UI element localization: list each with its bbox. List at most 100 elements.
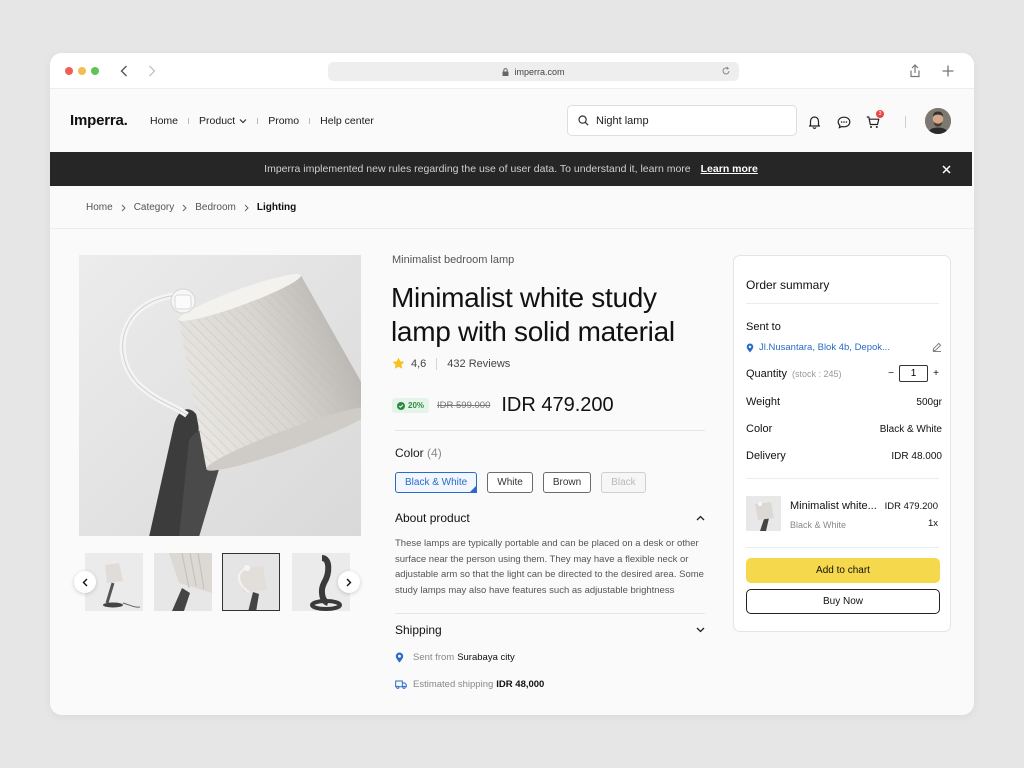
current-price: IDR 479.200 <box>501 394 614 416</box>
product-category: Minimalist bedroom lamp <box>392 254 515 266</box>
chevron-right-icon <box>182 204 187 212</box>
quantity-input[interactable] <box>899 365 928 382</box>
breadcrumb-home[interactable]: Home <box>86 202 113 213</box>
estimated-shipping-label: Estimated shipping <box>413 679 494 690</box>
original-price: IDR 599.000 <box>437 400 491 411</box>
search-icon <box>578 115 589 126</box>
rating-score: 4,6 <box>411 357 427 370</box>
search-input[interactable] <box>596 114 786 127</box>
color-option-black-white[interactable]: Black & White <box>395 472 478 493</box>
learn-more-link[interactable]: Learn more <box>701 163 758 175</box>
new-tab-icon[interactable] <box>939 62 957 80</box>
product-rating: 4,6 432 Reviews <box>392 357 510 370</box>
chat-icon[interactable] <box>835 113 853 131</box>
back-arrow-icon[interactable] <box>115 62 133 80</box>
chevron-up-icon <box>696 515 705 521</box>
truck-icon <box>395 680 407 689</box>
menu-item-promo[interactable]: Promo <box>268 115 299 127</box>
chevron-left-icon <box>82 578 88 586</box>
chevron-right-icon <box>121 204 126 212</box>
breadcrumb: Home Category Bedroom Lighting <box>86 202 296 213</box>
chevron-down-icon <box>696 627 705 633</box>
order-divider <box>746 478 939 479</box>
color-option-white[interactable]: White <box>487 472 533 493</box>
order-summary-card: Order summary Sent to Jl.Nusantara, Blok… <box>733 255 951 632</box>
section-divider <box>395 430 705 431</box>
browser-toolbar: imperra.com <box>50 53 974 89</box>
quantity-increase-button[interactable]: + <box>930 368 942 379</box>
chevron-right-icon <box>244 204 249 212</box>
browser-window: imperra.com Imperra. Home Product Promo … <box>50 53 974 715</box>
star-icon <box>392 357 405 369</box>
sent-to-label: Sent to <box>746 321 781 333</box>
menu-item-help-center[interactable]: Help center <box>320 115 374 127</box>
menu-item-label: Promo <box>268 115 300 127</box>
about-product-title: About product <box>395 511 470 525</box>
color-count: (4) <box>427 446 442 460</box>
buy-now-button[interactable]: Buy Now <box>746 589 940 614</box>
cart-count-badge: 3 <box>876 110 884 118</box>
quantity-label-text: Quantity <box>746 368 787 380</box>
address-bar[interactable]: imperra.com <box>328 62 739 81</box>
color-options: Black & White White Brown Black <box>395 472 656 493</box>
site-header: Imperra. Home Product Promo Help center … <box>50 89 974 153</box>
discount-percent: 20% <box>408 401 425 410</box>
quantity-decrease-button[interactable]: − <box>885 368 897 379</box>
banner-text: Imperra implemented new rules regarding … <box>264 163 691 175</box>
product-main-image[interactable] <box>79 255 361 536</box>
add-to-cart-button[interactable]: Add to chart <box>746 558 940 583</box>
order-summary-title: Order summary <box>746 278 830 292</box>
order-item-thumbnail <box>746 496 781 531</box>
forward-arrow-icon[interactable] <box>143 62 161 80</box>
breadcrumb-divider <box>50 228 974 229</box>
estimated-shipping-price: IDR 48,000 <box>496 679 545 690</box>
reviews-link[interactable]: 432 Reviews <box>447 358 510 370</box>
cart-icon[interactable]: 3 <box>864 110 884 131</box>
search-box[interactable] <box>567 105 797 136</box>
about-product-toggle[interactable]: About product <box>395 511 705 525</box>
color-summary-value: Black & White <box>879 424 942 435</box>
color-summary-label: Color <box>746 423 773 435</box>
weight-value: 500gr <box>916 397 942 408</box>
next-image-button[interactable] <box>338 571 360 593</box>
shipping-toggle[interactable]: Shipping <box>395 623 705 637</box>
menu-item-product[interactable]: Product <box>199 115 247 127</box>
minimize-window-dot[interactable] <box>78 67 86 75</box>
announcement-banner: Imperra implemented new rules regarding … <box>50 152 972 186</box>
main-menu: Home Product Promo Help center <box>150 115 374 127</box>
stock-count: (stock : 245) <box>792 369 842 379</box>
delivery-label: Delivery <box>746 450 786 462</box>
shipping-address[interactable]: Jl.Nusantara, Blok 4b, Depok... <box>746 342 890 353</box>
thumbnail-2[interactable] <box>154 553 212 611</box>
maximize-window-dot[interactable] <box>91 67 99 75</box>
location-pin-icon <box>746 343 754 352</box>
chevron-right-icon <box>346 578 352 586</box>
menu-separator <box>257 118 259 124</box>
breadcrumb-current: Lighting <box>256 202 297 213</box>
thumbnail-3-selected[interactable] <box>222 553 280 611</box>
reload-icon[interactable] <box>721 66 731 76</box>
color-option-brown[interactable]: Brown <box>542 472 592 493</box>
user-avatar[interactable] <box>925 108 951 134</box>
order-item-quantity: 1x <box>927 518 938 529</box>
previous-image-button[interactable] <box>74 571 96 593</box>
color-label: Color (4) <box>395 446 442 460</box>
breadcrumb-category[interactable]: Category <box>134 202 175 213</box>
menu-separator <box>188 118 190 124</box>
share-icon[interactable] <box>907 62 923 80</box>
edit-pencil-icon[interactable] <box>932 342 942 352</box>
bell-icon[interactable] <box>805 113 823 131</box>
close-window-dot[interactable] <box>65 67 73 75</box>
close-icon[interactable] <box>940 163 952 175</box>
breadcrumb-bedroom[interactable]: Bedroom <box>195 202 236 213</box>
order-divider <box>746 547 939 548</box>
address-text: Jl.Nusantara, Blok 4b, Depok... <box>759 342 890 353</box>
location-pin-icon <box>395 652 407 663</box>
delivery-value: IDR 48.000 <box>891 451 942 462</box>
menu-item-label: Help center <box>320 115 374 127</box>
site-logo[interactable]: Imperra. <box>70 112 128 129</box>
rating-separator <box>436 357 438 370</box>
menu-item-home[interactable]: Home <box>150 115 178 127</box>
lock-icon <box>502 67 509 76</box>
header-divider <box>905 116 906 128</box>
